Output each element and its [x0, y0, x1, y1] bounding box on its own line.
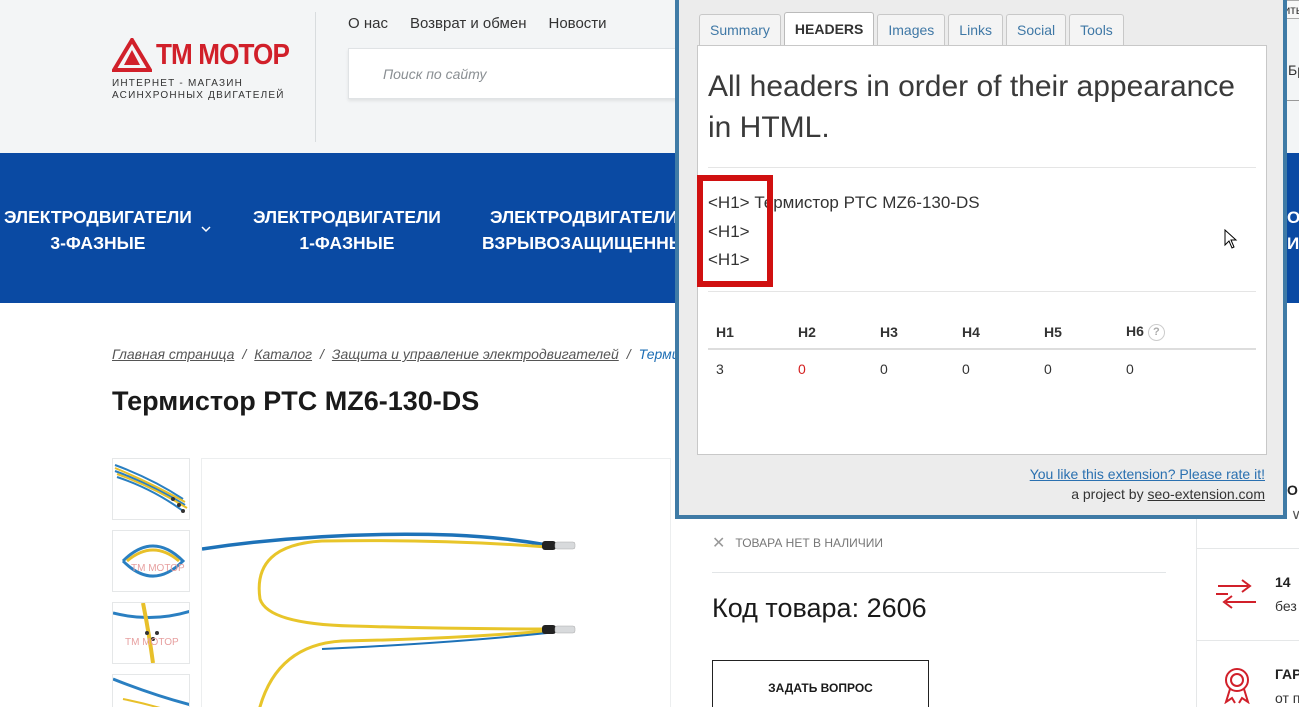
nav-item-3phase[interactable]: ЭЛЕКТРОДВИГАТЕЛИ 3-ФАЗНЫЕ — [4, 204, 192, 256]
stock-status-text: ТОВАРА НЕТ В НАЛИЧИИ — [735, 536, 884, 550]
breadcrumb-separator: / — [626, 346, 631, 362]
headers-panel: All headers in order of their appearance… — [697, 45, 1267, 455]
column-header-h2: H2 — [798, 324, 816, 340]
nav-item-explosion-proof-line1: ЭЛЕКТРОДВИГАТЕЛИ — [490, 207, 678, 227]
divider — [708, 291, 1256, 292]
breadcrumb-separator: / — [320, 346, 324, 362]
svg-text:TM MOTOP: TM MOTOP — [131, 563, 185, 574]
nav-item-1phase-line2: 1-ФАЗНЫЕ — [299, 233, 395, 253]
product-title: Термистор PTC MZ6-130-DS — [112, 386, 480, 416]
nav-item-explosion-proof[interactable]: ЭЛЕКТРОДВИГАТЕЛИ ВЗРЫВОЗАЩИЩЕННЫ — [482, 204, 686, 256]
logo-tagline-line1: ИНТЕРНЕТ - МАГАЗИН — [112, 78, 244, 89]
column-header-h4: H4 — [962, 324, 980, 340]
column-header-h1: H1 — [716, 324, 734, 340]
count-h2: 0 — [798, 361, 806, 377]
count-h1: 3 — [716, 361, 724, 377]
benefit-days-title: 14 — [1275, 574, 1291, 590]
divider — [708, 167, 1256, 168]
header-partial-text: Бр — [1288, 62, 1299, 78]
column-header-h3: H3 — [880, 324, 898, 340]
breadcrumb-protection[interactable]: Защита и управление электродвигателей — [332, 346, 619, 362]
product-thumbnail[interactable]: TM MOTOP — [112, 530, 190, 592]
product-thumbnail[interactable]: TM MOTOP — [112, 602, 190, 664]
table-row: 3 0 0 0 0 0 — [708, 350, 1256, 388]
benefit-warranty-sub: от п — [1275, 690, 1299, 706]
search-box — [348, 48, 693, 99]
product-sku: Код товара: 2606 — [712, 593, 927, 623]
menu-about[interactable]: О нас — [348, 15, 388, 32]
count-h3: 0 — [880, 361, 888, 377]
divider — [1287, 100, 1299, 101]
ask-question-button[interactable]: ЗАДАТЬ ВОПРОС — [712, 660, 929, 707]
divider — [1196, 548, 1299, 549]
svg-text:TM MOTOP: TM MOTOP — [125, 637, 179, 648]
top-menu: О нас Возврат и обмен Новости — [348, 15, 607, 32]
breadcrumb: Главная страница / Каталог / Защита и уп… — [112, 346, 735, 362]
breadcrumb-catalog[interactable]: Каталог — [254, 346, 312, 362]
close-icon: ✕ — [712, 535, 726, 552]
chevron-down-icon[interactable] — [201, 222, 211, 236]
header-counts-table: H1 H2 H3 H4 H5 H6? 3 0 0 0 0 0 — [708, 316, 1256, 388]
product-thumbnail[interactable] — [112, 674, 190, 707]
help-icon[interactable]: ? — [1147, 323, 1165, 341]
count-h5: 0 — [1044, 361, 1052, 377]
highlight-box — [697, 175, 773, 287]
site-logo[interactable]: TM MOTOP ИНТЕРНЕТ - МАГАЗИН АСИНХРОННЫХ … — [112, 38, 304, 102]
exchange-arrows-icon — [1214, 578, 1260, 615]
count-h4: 0 — [962, 361, 970, 377]
breadcrumb-home[interactable]: Главная страница — [112, 346, 234, 362]
mouse-cursor-icon — [1224, 228, 1238, 254]
stock-status: ✕ ТОВАРА НЕТ В НАЛИЧИИ — [712, 533, 883, 553]
search-input[interactable] — [349, 49, 692, 98]
column-header-h6-label: H6 — [1126, 323, 1144, 340]
benefit-partial-mark: ∨ — [1291, 506, 1299, 522]
seo-extension-popup: Summary HEADERS Images Links Social Tool… — [675, 0, 1287, 519]
breadcrumb-separator: / — [242, 346, 247, 362]
tab-images[interactable]: Images — [877, 14, 946, 45]
column-header-h5: H5 — [1044, 324, 1062, 340]
menu-news[interactable]: Новости — [548, 15, 606, 32]
nav-item-1phase-line1: ЭЛЕКТРОДВИГАТЕЛИ — [253, 207, 441, 227]
logo-tagline-line2: АСИНХРОННЫХ ДВИГАТЕЛЕЙ — [112, 90, 285, 101]
extension-tabs: Summary HEADERS Images Links Social Tool… — [699, 12, 1124, 45]
logo-name: TM MOTOP — [156, 38, 290, 71]
nav-item-partial[interactable]: ОИ — [1287, 205, 1299, 257]
divider — [1196, 640, 1299, 641]
tab-links[interactable]: Links — [948, 14, 1003, 45]
tab-tools[interactable]: Tools — [1069, 14, 1124, 45]
tab-headers[interactable]: HEADERS — [783, 12, 875, 45]
nav-item-1phase[interactable]: ЭЛЕКТРОДВИГАТЕЛИ 1-ФАЗНЫЕ — [253, 204, 441, 256]
table-header-row: H1 H2 H3 H4 H5 H6? — [708, 316, 1256, 350]
benefit-days-sub: без — [1275, 598, 1297, 614]
product-thumbnail[interactable] — [112, 458, 190, 520]
header-text: Термистор PTC MZ6-130-DS — [754, 193, 980, 212]
project-link[interactable]: seo-extension.com — [1147, 486, 1265, 502]
menu-returns[interactable]: Возврат и обмен — [410, 15, 527, 32]
panel-heading: All headers in order of their appearance… — [708, 70, 1235, 144]
tab-social[interactable]: Social — [1005, 14, 1067, 45]
column-header-h6: H6? — [1118, 323, 1200, 341]
header-divider — [315, 12, 316, 142]
logo-triangle-icon — [112, 38, 152, 72]
benefit-warranty-title: ГАР — [1275, 666, 1299, 682]
extension-footer: You like this extension? Please rate it!… — [1030, 464, 1265, 504]
product-main-image[interactable] — [201, 458, 671, 707]
count-h6: 0 — [1126, 361, 1134, 377]
headers-list: <H1> Термистор PTC MZ6-130-DS <H1> <H1> — [697, 175, 980, 287]
page: TM MOTOP ИНТЕРНЕТ - МАГАЗИН АСИНХРОННЫХ … — [0, 0, 1299, 707]
award-icon — [1220, 666, 1254, 707]
tab-summary[interactable]: Summary — [699, 14, 781, 45]
nav-item-3phase-line2: 3-ФАЗНЫЕ — [50, 233, 146, 253]
rate-extension-link[interactable]: You like this extension? Please rate it! — [1030, 466, 1265, 482]
nav-item-explosion-proof-line2: ВЗРЫВОЗАЩИЩЕННЫ — [482, 233, 686, 253]
divider — [712, 572, 1166, 573]
logo-tagline: ИНТЕРНЕТ - МАГАЗИН АСИНХРОННЫХ ДВИГАТЕЛЕ… — [112, 78, 304, 102]
nav-item-3phase-line1: ЭЛЕКТРОДВИГАТЕЛИ — [4, 207, 192, 227]
project-prefix: a project by — [1071, 486, 1148, 502]
benefit-partial-text: О — [1287, 482, 1298, 498]
